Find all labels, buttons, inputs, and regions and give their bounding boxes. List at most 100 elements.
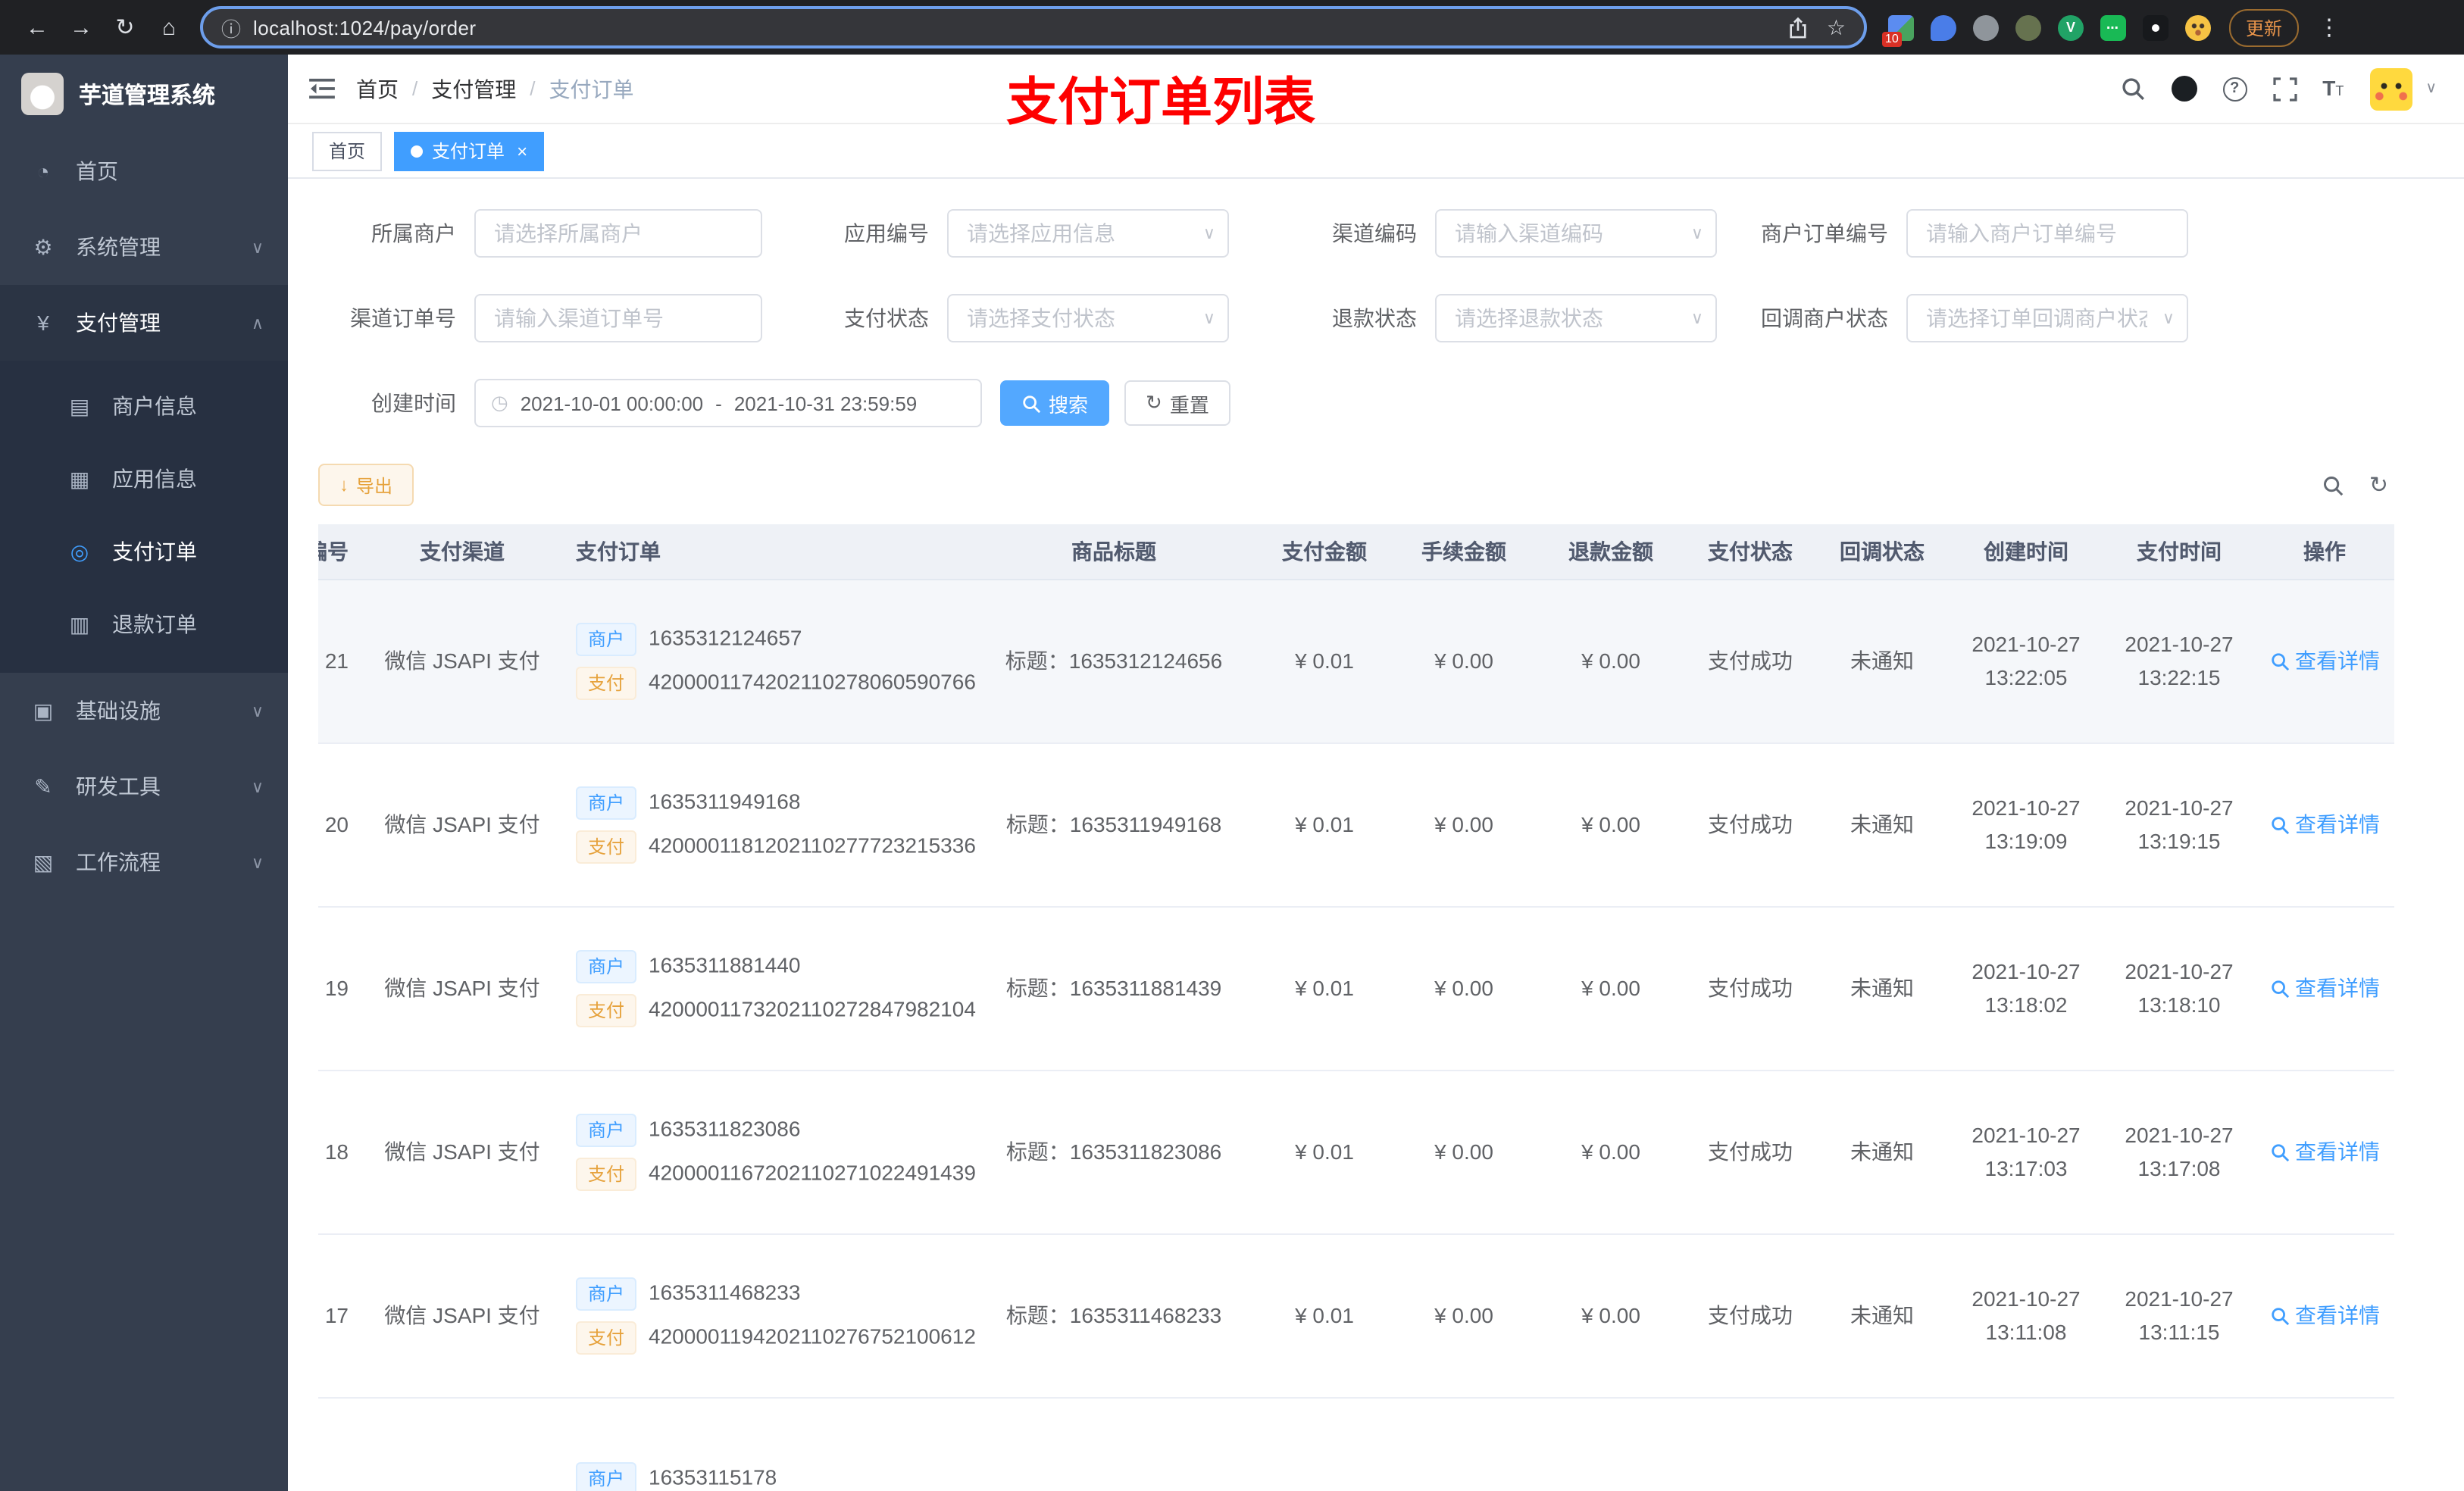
extension-olive-icon[interactable] <box>2015 14 2041 40</box>
app-no-select[interactable] <box>947 209 1229 258</box>
grid-icon: ▦ <box>69 466 90 490</box>
channel-order-no-input[interactable] <box>474 294 762 342</box>
active-dot <box>411 145 424 157</box>
bookmark-star-icon[interactable]: ☆ <box>1827 14 1846 40</box>
export-button[interactable]: ↓ 导出 <box>318 464 414 506</box>
extension-v-icon[interactable]: V <box>2058 14 2084 40</box>
callback-status-select[interactable] <box>1906 294 2188 342</box>
payment-submenu: ▤ 商户信息 ▦ 应用信息 ◎ 支付订单 ▥ 退款订单 <box>0 361 288 673</box>
refund-status-select[interactable] <box>1435 294 1717 342</box>
view-detail-link[interactable]: 查看详情 <box>2269 809 2380 839</box>
sidebar-item-workflow[interactable]: ▧ 工作流程 ∨ <box>0 824 288 900</box>
browser-extensions: 10 V ⋯ <box>1882 14 2211 46</box>
browser-profile-avatar[interactable] <box>2185 14 2211 40</box>
date-start-value[interactable]: 2021-10-01 00:00:00 <box>521 392 703 414</box>
sidebar-item-app-info[interactable]: ▦ 应用信息 <box>0 442 288 515</box>
extension-badge: 10 <box>1882 31 1902 46</box>
refund-status-label: 退款状态 <box>1332 306 1417 330</box>
share-icon[interactable] <box>1789 16 1809 39</box>
breadcrumb-home[interactable]: 首页 <box>356 73 399 104</box>
extension-drop-icon[interactable] <box>1931 14 1956 40</box>
url-text[interactable]: localhost:1024/pay/order <box>253 16 1789 39</box>
date-end-value[interactable]: 2021-10-31 23:59:59 <box>734 392 917 414</box>
gear-icon: ⚙ <box>33 234 53 258</box>
chevron-down-icon: ∨ <box>251 239 264 257</box>
reset-button[interactable]: ↻ 重置 <box>1124 380 1230 426</box>
workflow-icon: ▧ <box>33 849 54 874</box>
view-detail-link[interactable]: 查看详情 <box>2269 1136 2380 1167</box>
merchant-tag: 商户 <box>576 786 637 819</box>
merchant-input[interactable] <box>474 209 762 258</box>
orders-table: 编号 支付渠道 支付订单 商品标题 支付金额 手续金额 退款金额 支付状态 回调… <box>318 524 2434 1491</box>
browser-menu-icon[interactable]: ⋮ <box>2314 14 2344 41</box>
filter-app-no: 应用编号 ∨ <box>808 209 1229 258</box>
view-detail-link[interactable]: 查看详情 <box>2269 645 2380 676</box>
table-header-row: 编号 支付渠道 支付订单 商品标题 支付金额 手续金额 退款金额 支付状态 回调… <box>318 524 2394 580</box>
font-size-icon[interactable]: TT <box>2322 75 2344 102</box>
sidebar-item-pay-order[interactable]: ◎ 支付订单 <box>0 515 288 588</box>
breadcrumb: 首页 / 支付管理 / 支付订单 <box>356 73 634 104</box>
github-icon[interactable] <box>2171 76 2197 102</box>
extension-chat-icon[interactable]: ⋯ <box>2100 14 2126 40</box>
help-icon[interactable]: ? <box>2222 77 2247 101</box>
table-row: 21 微信 JSAPI 支付 商户 1635312124657 支付 4200001… <box>318 579 2394 743</box>
sidebar-item-system[interactable]: ⚙ 系统管理 ∨ <box>0 209 288 285</box>
chevron-down-icon: ∨ <box>251 854 264 872</box>
table-row: 17 微信 JSAPI 支付 商户 1635311468233 支付 4200001… <box>318 1233 2394 1398</box>
browser-back-button[interactable]: ← <box>15 6 59 48</box>
filter-create-time: 创建时间 ◷ 2021-10-01 00:00:00 - 2021-10-31 … <box>318 379 982 427</box>
sidebar-logo: 芋道管理系统 <box>0 55 288 133</box>
browser-reload-button[interactable]: ↻ <box>103 6 147 48</box>
logo-title: 芋道管理系统 <box>79 83 216 108</box>
view-detail-link[interactable]: 查看详情 <box>2269 973 2380 1003</box>
date-separator: - <box>715 392 722 414</box>
extension-pin-icon[interactable] <box>2143 14 2169 40</box>
toggle-search-button[interactable] <box>2322 474 2345 496</box>
close-icon[interactable]: × <box>517 140 527 161</box>
tab-pay-order[interactable]: 支付订单 × <box>394 131 545 170</box>
url-bar[interactable]: ⓘ localhost:1024/pay/order ☆ <box>200 6 1867 48</box>
channel-code-label: 渠道编码 <box>1332 221 1417 245</box>
fullscreen-icon[interactable] <box>2272 77 2297 101</box>
sidebar-item-merchant-info[interactable]: ▤ 商户信息 <box>0 370 288 442</box>
sidebar-toggle-icon[interactable] <box>309 77 335 100</box>
merchant-tag: 商户 <box>576 949 637 983</box>
page-title: 支付订单列表 <box>1006 74 1315 132</box>
pay-tag: 支付 <box>576 1321 637 1354</box>
browser-update-button[interactable]: 更新 <box>2229 8 2300 46</box>
filter-channel-code: 渠道编码 ∨ <box>1296 209 1717 258</box>
table-row: 20 微信 JSAPI 支付 商户 1635311949168 支付 4200001… <box>318 742 2394 907</box>
search-icon[interactable] <box>2119 76 2145 102</box>
channel-order-no-label: 渠道订单号 <box>350 306 456 330</box>
sidebar-item-refund-order[interactable]: ▥ 退款订单 <box>0 588 288 661</box>
app-no-label: 应用编号 <box>844 221 929 245</box>
sidebar-item-dev-tools[interactable]: ✎ 研发工具 ∨ <box>0 749 288 824</box>
pay-tag: 支付 <box>576 830 637 863</box>
site-info-icon[interactable]: ⓘ <box>221 13 241 42</box>
browser-forward-button[interactable]: → <box>59 6 103 48</box>
dashboard-icon: ◔ <box>36 159 50 183</box>
extension-circle-icon[interactable] <box>1973 14 1999 40</box>
create-time-label: 创建时间 <box>371 391 456 415</box>
search-button[interactable]: 搜索 <box>1000 380 1110 426</box>
channel-code-select[interactable] <box>1435 209 1717 258</box>
pay-status-select[interactable] <box>947 294 1229 342</box>
yen-icon: ¥ <box>37 311 49 335</box>
monitor-icon: ▣ <box>33 698 54 722</box>
chevron-down-icon: ∨ <box>1690 225 1703 243</box>
date-range-picker[interactable]: ◷ 2021-10-01 00:00:00 - 2021-10-31 23:59… <box>474 379 982 427</box>
extension-grid-icon[interactable]: 10 <box>1882 14 1914 46</box>
browser-home-button[interactable]: ⌂ <box>147 6 191 48</box>
view-detail-link[interactable]: 查看详情 <box>2269 1300 2380 1330</box>
credit-card-icon: ▤ <box>69 393 90 417</box>
chevron-down-icon: ∨ <box>1202 310 1215 328</box>
merchant-order-no-input[interactable] <box>1906 209 2188 258</box>
breadcrumb-payment[interactable]: 支付管理 <box>431 73 516 104</box>
chevron-down-icon[interactable]: ∨ <box>2425 80 2437 97</box>
tab-home[interactable]: 首页 <box>312 131 383 170</box>
sidebar-item-home[interactable]: ◔ 首页 <box>0 133 288 209</box>
user-avatar[interactable] <box>2369 67 2412 110</box>
sidebar-item-infra[interactable]: ▣ 基础设施 ∨ <box>0 673 288 749</box>
refresh-table-button[interactable]: ↻ <box>2369 471 2388 499</box>
sidebar-item-payment[interactable]: ¥ 支付管理 ∧ <box>0 285 288 361</box>
